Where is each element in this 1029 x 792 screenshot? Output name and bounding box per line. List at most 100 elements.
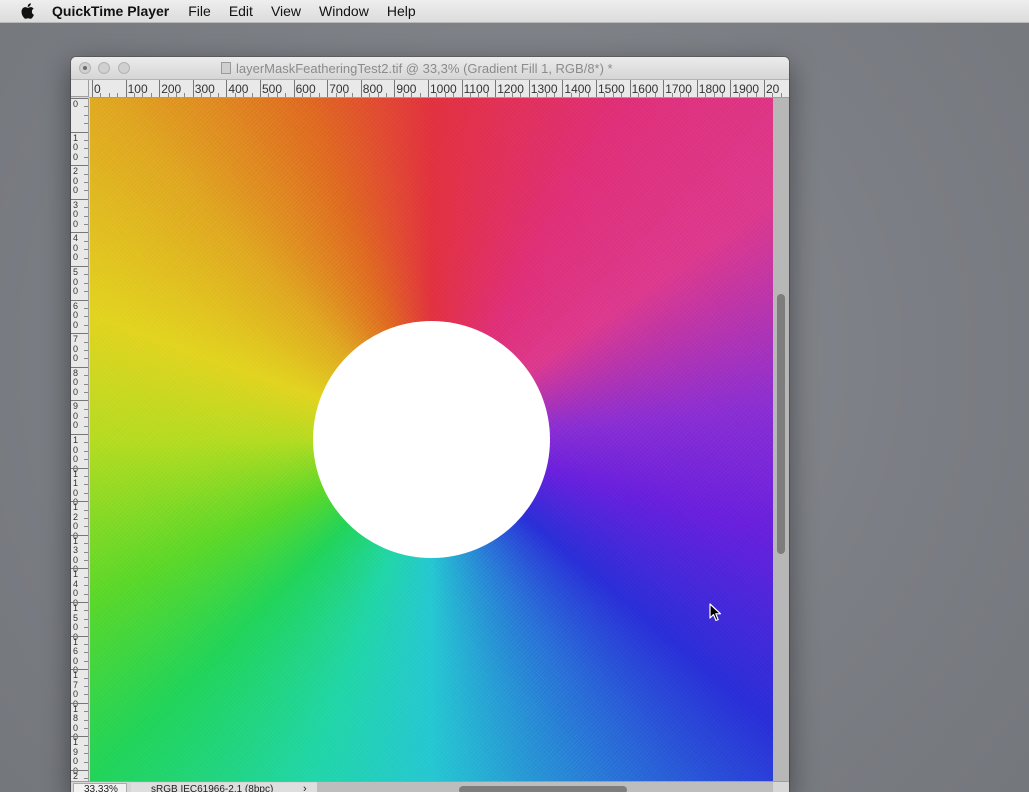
ruler-minor-tick bbox=[84, 291, 88, 293]
ruler-minor-tick bbox=[84, 660, 88, 662]
ruler-minor-tick bbox=[344, 93, 345, 97]
ruler-minor-tick bbox=[84, 686, 88, 687]
ruler-minor-tick bbox=[604, 93, 606, 97]
document-window: layerMaskFeatheringTest2.tif @ 33,3% (Gr… bbox=[71, 57, 789, 792]
menu-app-name[interactable]: QuickTime Player bbox=[52, 0, 179, 22]
ruler-minor-tick bbox=[285, 93, 287, 97]
ruler-top-label: 800 bbox=[362, 82, 383, 96]
ruler-minor-tick bbox=[84, 383, 88, 385]
ruler-left-label: 900 bbox=[72, 401, 78, 431]
ruler-minor-tick bbox=[688, 93, 690, 97]
ruler-minor-tick bbox=[738, 93, 740, 97]
menu-file[interactable]: File bbox=[179, 0, 220, 22]
ruler-minor-tick bbox=[84, 215, 88, 217]
ruler-minor-tick bbox=[84, 173, 88, 175]
ruler-minor-tick bbox=[705, 93, 707, 97]
horizontal-scroll-thumb[interactable] bbox=[459, 786, 627, 792]
ruler-minor-tick bbox=[772, 93, 774, 97]
ruler-left-label: 400 bbox=[72, 233, 78, 263]
ruler-corner[interactable] bbox=[71, 80, 89, 97]
vertical-scroll-thumb[interactable] bbox=[777, 294, 785, 554]
ruler-minor-tick bbox=[470, 93, 471, 97]
vertical-scrollbar[interactable] bbox=[773, 98, 789, 781]
ruler-minor-tick bbox=[84, 106, 88, 108]
menu-help[interactable]: Help bbox=[378, 0, 425, 22]
ruler-minor-tick bbox=[84, 484, 88, 486]
status-menu-arrow[interactable]: › bbox=[303, 782, 307, 792]
menu-edit[interactable]: Edit bbox=[220, 0, 262, 22]
zoom-level-field[interactable]: 33,33% bbox=[73, 783, 127, 792]
ruler-minor-tick bbox=[150, 93, 152, 97]
ruler-minor-tick bbox=[84, 459, 88, 461]
ruler-minor-tick bbox=[117, 93, 119, 97]
ruler-minor-tick bbox=[243, 93, 245, 97]
ruler-left-label: 700 bbox=[72, 334, 78, 364]
close-button[interactable] bbox=[79, 62, 91, 74]
ruler-minor-tick bbox=[108, 93, 110, 97]
ruler-minor-tick bbox=[234, 93, 236, 97]
ruler-left-label: 200 bbox=[72, 166, 78, 196]
ruler-major-tick bbox=[192, 80, 194, 97]
ruler-minor-tick bbox=[84, 207, 88, 209]
ruler-minor-tick bbox=[554, 93, 555, 97]
ruler-top-label: 900 bbox=[396, 82, 417, 96]
ruler-minor-tick bbox=[84, 753, 88, 755]
ruler-minor-tick bbox=[369, 93, 371, 97]
ruler-minor-tick bbox=[318, 93, 320, 97]
mouse-pointer-icon bbox=[709, 603, 722, 622]
ruler-minor-tick bbox=[218, 93, 219, 97]
document-profile-info[interactable]: sRGB IEC61966-2.1 (8bpc) bbox=[131, 783, 322, 792]
ruler-major-tick bbox=[461, 80, 463, 97]
image-canvas[interactable] bbox=[90, 98, 773, 781]
ruler-minor-tick bbox=[512, 93, 513, 97]
apple-logo-icon[interactable] bbox=[18, 2, 36, 20]
ruler-minor-tick bbox=[84, 408, 88, 410]
zoom-button[interactable] bbox=[118, 62, 130, 74]
ruler-minor-tick bbox=[302, 93, 303, 97]
window-title: layerMaskFeatheringTest2.tif @ 33,3% (Gr… bbox=[236, 60, 613, 76]
ruler-top-label: 1100 bbox=[463, 82, 490, 96]
ruler-major-tick bbox=[428, 80, 429, 97]
ruler-minor-tick bbox=[579, 93, 581, 97]
vertical-ruler[interactable]: 0100200300400500600700800900100011001200… bbox=[71, 98, 89, 781]
ruler-minor-tick bbox=[84, 618, 88, 620]
ruler-minor-tick bbox=[84, 492, 88, 494]
ruler-minor-tick bbox=[84, 526, 88, 528]
ruler-minor-tick bbox=[84, 341, 88, 343]
horizontal-scrollbar[interactable] bbox=[317, 782, 773, 792]
ruler-minor-tick bbox=[167, 93, 169, 97]
ruler-minor-tick bbox=[84, 543, 88, 545]
ruler-minor-tick bbox=[84, 644, 88, 645]
menu-window[interactable]: Window bbox=[310, 0, 378, 22]
ruler-left-label: 100 bbox=[72, 132, 78, 162]
window-titlebar[interactable]: layerMaskFeatheringTest2.tif @ 33,3% (Gr… bbox=[71, 57, 789, 80]
ruler-major-tick bbox=[663, 80, 665, 97]
ruler-minor-tick bbox=[84, 551, 88, 553]
minimize-button[interactable] bbox=[98, 62, 110, 74]
ruler-minor-tick bbox=[444, 93, 446, 97]
ruler-minor-tick bbox=[84, 257, 88, 259]
ruler-major-tick bbox=[92, 80, 93, 97]
ruler-minor-tick bbox=[755, 93, 757, 97]
ruler-minor-tick bbox=[310, 93, 312, 97]
ruler-minor-tick bbox=[377, 93, 379, 97]
ruler-minor-tick bbox=[84, 182, 88, 183]
ruler-major-tick bbox=[360, 80, 362, 97]
ruler-left-label: 2000 bbox=[72, 771, 78, 781]
ruler-minor-tick bbox=[142, 93, 144, 97]
ruler-major-tick bbox=[125, 80, 127, 97]
ruler-minor-tick bbox=[84, 476, 88, 477]
ruler-top-label: 400 bbox=[228, 82, 249, 96]
ruler-major-tick bbox=[730, 80, 732, 97]
horizontal-ruler[interactable]: 0 100 200 300 400 500 600 700 800 900 1000 1100 1200… bbox=[89, 80, 789, 98]
menu-bar: QuickTime Player File Edit View Window H… bbox=[0, 0, 1029, 23]
ruler-minor-tick bbox=[646, 93, 648, 97]
ruler-minor-tick bbox=[134, 93, 135, 97]
ruler-minor-tick bbox=[84, 148, 88, 150]
ruler-minor-tick bbox=[713, 93, 715, 97]
ruler-minor-tick bbox=[84, 282, 88, 284]
ruler-minor-tick bbox=[402, 93, 404, 97]
ruler-major-tick bbox=[629, 80, 631, 97]
ruler-minor-tick bbox=[386, 93, 387, 97]
menu-view[interactable]: View bbox=[262, 0, 310, 22]
